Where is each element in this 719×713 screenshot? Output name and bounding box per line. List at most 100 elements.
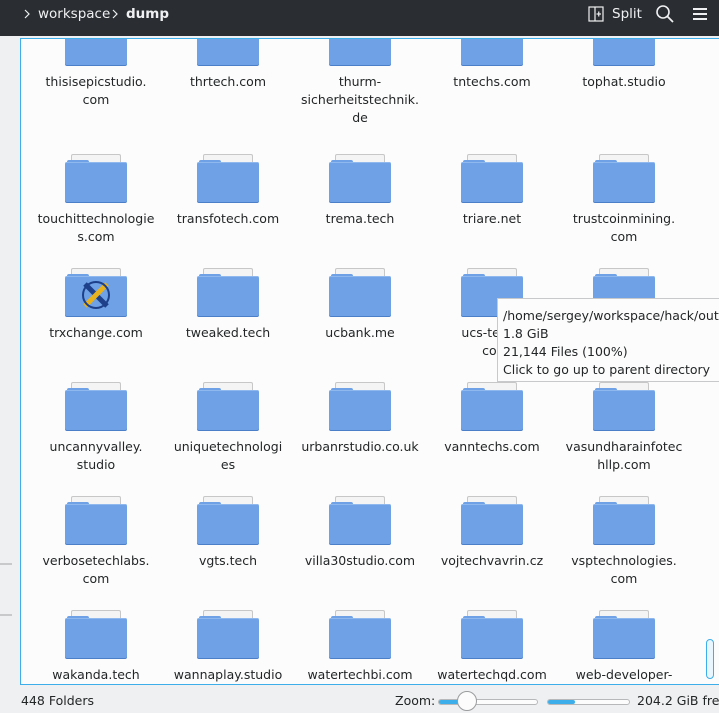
disk-usage-bar [547,699,630,705]
folder-item[interactable]: wakanda.tech [36,610,156,684]
zoom-label: Zoom: [395,693,436,708]
folder-item[interactable]: uniquetechnologi es [168,382,288,474]
folder-app-icon [65,268,127,316]
folder-label: wannaplay.studio [173,667,283,682]
folder-item[interactable]: thurm- sicherheitstechnik. de [300,39,420,127]
folder-label: watertechbi.com [307,667,413,682]
folder-label: urbanrstudio.co.uk [301,439,419,454]
folder-label: wakanda.tech [52,667,140,682]
folder-icon [197,39,259,65]
folder-label: web-developer- [575,667,673,682]
folder-label: thurm- sicherheitstechnik. de [301,74,419,125]
folder-icon [461,382,523,430]
folder-label: vsptechnologies. com [571,553,677,586]
folder-item[interactable]: thrtech.com [168,39,288,91]
folder-label: vanntechs.com [444,439,540,454]
folder-icon [461,496,523,544]
folder-icon [329,39,391,65]
folders-count: 448 Folders [21,693,94,708]
folder-icon [197,382,259,430]
folder-icon [65,610,127,658]
folder-label: watertechqd.com [437,667,547,682]
folder-label: verbosetechlabs. com [42,553,150,586]
folder-item[interactable]: watertechqd.com [432,610,552,684]
folder-icon [197,610,259,658]
folder-icon [593,382,655,430]
folder-label: villa30studio.com [304,553,416,568]
folder-icon [329,496,391,544]
folder-item[interactable]: wannaplay.studio [168,610,288,684]
folder-icon [329,154,391,202]
zoom-slider[interactable] [438,699,538,705]
folder-icon [461,154,523,202]
folder-icon [461,610,523,658]
folder-item[interactable]: vasundharainfotec hllp.com [564,382,684,474]
folder-item[interactable]: trxchange.com [36,268,156,342]
folder-icon [329,382,391,430]
folder-item[interactable]: vojtechvavrin.cz [432,496,552,570]
split-view-icon [588,6,604,22]
free-space-label: 204.2 GiB free [637,693,719,708]
folder-icon [329,610,391,658]
folder-item[interactable]: verbosetechlabs. com [36,496,156,588]
folder-item[interactable]: vsptechnologies. com [564,496,684,588]
folder-item[interactable]: vanntechs.com [432,382,552,456]
folder-icon [593,496,655,544]
zoom-slider-handle[interactable] [457,691,477,711]
folder-label: trustcoinmining. com [572,211,676,244]
breadcrumb-current[interactable]: dump [110,0,169,28]
folder-item[interactable]: uncannyvalley. studio [36,382,156,474]
folder-item[interactable]: trema.tech [300,154,420,228]
search-icon[interactable] [655,4,675,24]
folder-label: vojtechvavrin.cz [440,553,544,568]
folder-item[interactable]: ucbank.me [300,268,420,342]
tooltip-files: 21,144 Files (100%) [503,344,628,359]
folder-icon [593,39,655,65]
folder-label: tophat.studio [582,74,666,89]
hamburger-menu-icon[interactable] [690,4,710,24]
tooltip-path: /home/sergey/workspace/hack/outpu [503,308,719,323]
status-bar: 448 Folders Zoom: 204.2 GiB free [0,686,719,713]
folder-label: vasundharainfotec hllp.com [565,439,683,472]
tooltip-hint: Click to go up to parent directory [503,362,711,377]
breadcrumb-current-label: dump [126,6,170,22]
folder-icon [329,268,391,316]
toolbar: workspace dump Split [0,0,719,36]
folder-icon [197,268,259,316]
folder-item[interactable]: villa30studio.com [300,496,420,570]
disk-usage-fill [548,700,575,704]
split-label: Split [612,6,642,22]
folder-label: thrtech.com [189,74,267,89]
folder-icon [593,610,655,658]
folder-item[interactable]: thisisepicstudio. com [36,39,156,109]
chevron-right-icon [112,9,118,19]
folder-label: triare.net [462,211,522,226]
folder-item[interactable]: urbanrstudio.co.uk [300,382,420,456]
folder-item[interactable]: watertechbi.com [300,610,420,684]
folder-item[interactable]: tntechs.com [432,39,552,91]
folder-icon [65,382,127,430]
folder-label: trema.tech [325,211,395,226]
folder-label: tntechs.com [453,74,531,89]
folder-label: uncannyvalley. studio [49,439,143,472]
vertical-scrollbar-thumb[interactable] [706,639,714,679]
breadcrumb-workspace[interactable]: workspace [22,0,110,28]
folder-icon [461,39,523,65]
folder-label: thisisepicstudio. com [45,74,147,107]
split-button[interactable]: Split [588,4,642,24]
folder-item[interactable]: touchittechnologie s.com [36,154,156,246]
directory-tooltip: /home/sergey/workspace/hack/outpu 1.8 Gi… [497,298,719,382]
folder-item[interactable]: tophat.studio [564,39,684,91]
folder-icon [197,154,259,202]
folder-item[interactable]: triare.net [432,154,552,228]
folder-label: trxchange.com [49,325,143,340]
folder-label: uniquetechnologi es [173,439,283,472]
folder-item[interactable]: trustcoinmining. com [564,154,684,246]
folder-label: ucbank.me [325,325,395,340]
folder-label: vgts.tech [198,553,258,568]
folder-item[interactable]: web-developer- [564,610,684,684]
folder-item[interactable]: transfotech.com [168,154,288,228]
folder-item[interactable]: vgts.tech [168,496,288,570]
folder-item[interactable]: tweaked.tech [168,268,288,342]
folder-icon [197,496,259,544]
